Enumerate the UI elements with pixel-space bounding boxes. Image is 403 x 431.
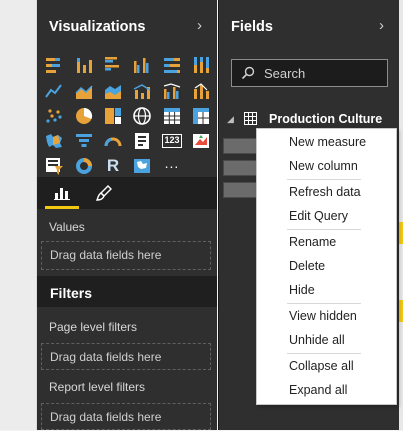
accent-marker [399,222,403,244]
filters-title: Filters [50,285,93,301]
format-paintbrush-icon[interactable] [95,184,113,202]
clustered-bar-icon[interactable] [103,55,123,75]
area-chart-icon[interactable] [74,81,94,101]
menu-item-edit-query[interactable]: Edit Query [289,209,348,223]
page-filters-drop-zone[interactable]: Drag data fields here [41,343,211,370]
menu-item-delete[interactable]: Delete [289,259,325,273]
stacked-area-icon[interactable] [103,81,123,101]
pie-chart-icon[interactable] [74,106,94,126]
menu-item-refresh-data[interactable]: Refresh data [289,185,361,199]
ribbon-chart-icon[interactable] [191,81,211,101]
active-tab-indicator [45,206,79,209]
line-chart-icon[interactable] [44,81,64,101]
menu-item-view-hidden[interactable]: View hidden [289,309,357,323]
matrix-icon[interactable] [191,106,211,126]
funnel-icon[interactable] [74,131,94,151]
100-stacked-bar-icon[interactable] [162,55,182,75]
line-column-chart-icon[interactable] [132,81,152,101]
table-icon[interactable] [162,106,182,126]
menu-item-collapse-all[interactable]: Collapse all [289,359,354,373]
gauge-icon[interactable] [103,131,123,151]
menu-item-hide[interactable]: Hide [289,283,315,297]
filters-header: Filters [37,276,217,307]
accent-marker [399,300,403,322]
clustered-column-icon[interactable] [132,55,152,75]
stacked-column-icon[interactable] [74,55,94,75]
scatter-chart-icon[interactable] [44,106,64,126]
search-placeholder: Search [264,66,306,81]
menu-item-new-column[interactable]: New column [289,159,358,173]
expand-triangle-icon[interactable]: ◢ [227,114,234,125]
report-canvas-edge [0,0,37,430]
visualizations-title: Visualizations [49,19,146,35]
menu-separator [287,229,361,230]
menu-item-rename[interactable]: Rename [289,235,336,249]
slicer-icon[interactable] [44,156,64,176]
100-stacked-column-icon[interactable] [191,55,211,75]
multi-row-card-glyph: 123 [162,134,182,148]
values-label: Values [49,220,85,234]
fields-title: Fields [231,19,273,35]
page-level-filters-label: Page level filters [49,320,138,334]
r-script-icon[interactable]: R [103,156,123,176]
menu-item-expand-all[interactable]: Expand all [289,383,347,397]
report-filters-drop-zone[interactable]: Drag data fields here [41,403,211,430]
menu-item-unhide-all[interactable]: Unhide all [289,333,345,347]
context-menu: New measure New column Refresh data Edit… [256,128,397,405]
visualizations-pane: Visualizations › 123 R ... Values Drag d… [37,0,217,430]
line-clustered-column-icon[interactable] [162,81,182,101]
globe-map-icon[interactable] [132,156,152,176]
more-visuals-icon[interactable]: ... [162,156,182,176]
kpi-icon[interactable] [191,131,211,151]
search-icon [241,66,255,80]
stacked-bar-icon[interactable] [44,55,64,75]
map-icon[interactable] [132,106,152,126]
table-name[interactable]: Production Culture [269,112,382,126]
menu-separator [287,179,361,180]
report-level-filters-label: Report level filters [49,380,146,394]
collapse-visualizations-chevron-icon[interactable]: › [197,17,202,34]
donut-icon[interactable] [74,156,94,176]
multi-row-card-icon[interactable]: 123 [162,131,182,151]
menu-separator [287,353,361,354]
collapse-fields-chevron-icon[interactable]: › [379,17,384,34]
filled-map-icon[interactable] [44,131,64,151]
menu-separator [287,303,361,304]
table-icon [244,112,257,125]
card-icon[interactable] [132,131,152,151]
treemap-icon[interactable] [103,106,123,126]
search-box[interactable]: Search [231,59,388,87]
fields-well-tab-icon[interactable] [54,184,70,200]
values-drop-zone[interactable]: Drag data fields here [41,241,211,270]
visual-tab-row [37,177,217,209]
menu-item-new-measure[interactable]: New measure [289,135,366,149]
